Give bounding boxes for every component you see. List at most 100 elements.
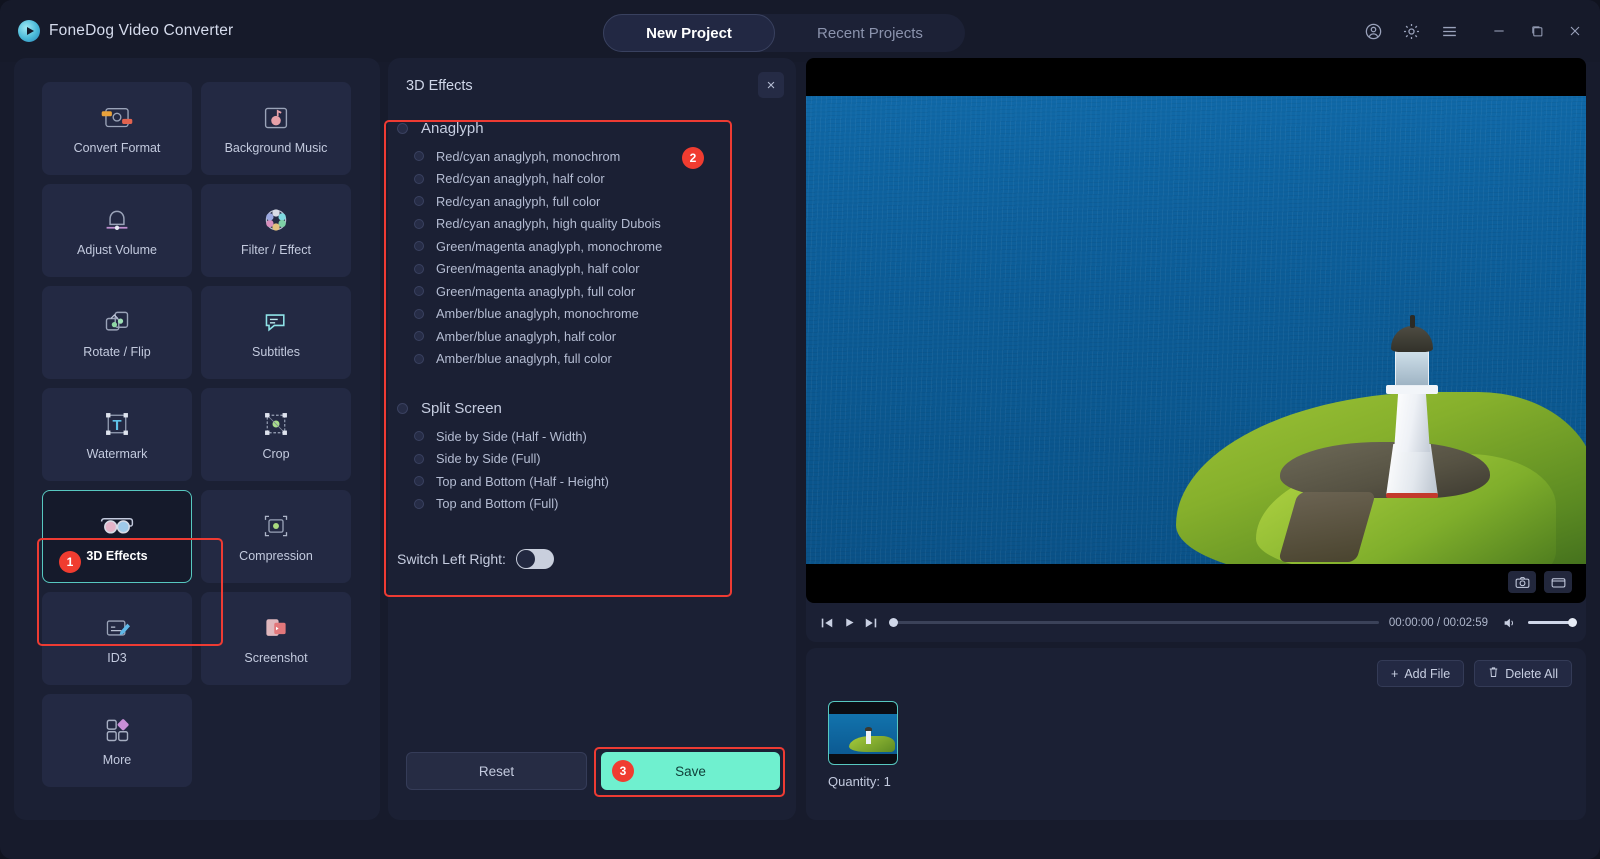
thumbnail-land: [849, 736, 895, 752]
maximize-icon[interactable]: [1526, 20, 1548, 42]
menu-icon[interactable]: [1438, 20, 1460, 42]
radio-icon[interactable]: [414, 173, 424, 184]
radio-icon[interactable]: [414, 151, 424, 162]
anaglyph-option[interactable]: Green/magenta anaglyph, monochrome: [388, 235, 796, 258]
gif-capture-icon[interactable]: [1544, 571, 1572, 593]
play-circle-logo-icon: [18, 20, 40, 42]
split-screen-option[interactable]: Top and Bottom (Half - Height): [388, 470, 796, 493]
tool-convert-format[interactable]: Convert Format: [42, 82, 192, 175]
tool-compression[interactable]: Compression: [201, 490, 351, 583]
tool-label: Adjust Volume: [77, 242, 157, 257]
tool-label: Crop: [262, 446, 290, 461]
radio-icon[interactable]: [414, 331, 424, 342]
tool-crop[interactable]: Crop: [201, 388, 351, 481]
radio-icon[interactable]: [414, 308, 424, 319]
watermark-icon: T: [98, 409, 136, 439]
reset-button[interactable]: Reset: [406, 752, 587, 790]
skip-previous-icon[interactable]: [816, 612, 838, 634]
option-label: Side by Side (Full): [436, 451, 541, 467]
tool-watermark[interactable]: T Watermark: [42, 388, 192, 481]
tab-recent-projects[interactable]: Recent Projects: [775, 14, 965, 52]
option-label: Top and Bottom (Half - Height): [436, 473, 609, 489]
radio-icon[interactable]: [414, 218, 424, 229]
video-preview[interactable]: [806, 58, 1586, 603]
time-display: 00:00:00 / 00:02:59: [1388, 616, 1488, 629]
tool-grid: Convert Format Background Music Adjust V…: [42, 82, 352, 787]
split-screen-group-header[interactable]: Split Screen: [388, 400, 796, 417]
rotate-flip-icon: [98, 307, 136, 337]
radio-icon[interactable]: [414, 453, 424, 464]
tool-subtitles[interactable]: Subtitles: [201, 286, 351, 379]
tool-rotate-flip[interactable]: Rotate / Flip: [42, 286, 192, 379]
anaglyph-option[interactable]: Red/cyan anaglyph, full color: [388, 190, 796, 213]
camera-icon[interactable]: [1508, 571, 1536, 593]
adjust-volume-icon: [98, 205, 136, 235]
tool-filter-effect[interactable]: Filter / Effect: [201, 184, 351, 277]
gear-icon[interactable]: [1400, 20, 1422, 42]
lighthouse-lamp-room: [1395, 350, 1429, 386]
radio-icon[interactable]: [414, 431, 424, 442]
anaglyph-option[interactable]: Amber/blue anaglyph, monochrome: [388, 303, 796, 326]
anaglyph-option[interactable]: Green/magenta anaglyph, half color: [388, 258, 796, 281]
option-label: Red/cyan anaglyph, high quality Dubois: [436, 216, 661, 232]
account-icon[interactable]: [1362, 20, 1384, 42]
volume-slider[interactable]: [1528, 618, 1577, 627]
video-frame-image: [806, 96, 1586, 564]
close-icon[interactable]: [1564, 20, 1586, 42]
anaglyph-option[interactable]: Amber/blue anaglyph, full color: [388, 348, 796, 371]
close-panel-icon[interactable]: ×: [758, 72, 784, 98]
lighthouse-gallery: [1386, 385, 1438, 394]
preview-quick-actions: [1508, 571, 1572, 593]
file-thumbnail[interactable]: [828, 701, 898, 765]
anaglyph-group-radio[interactable]: [397, 123, 408, 134]
split-screen-group-radio[interactable]: [397, 403, 408, 414]
tool-background-music[interactable]: Background Music: [201, 82, 351, 175]
plus-icon: +: [1391, 666, 1399, 681]
split-screen-option[interactable]: Top and Bottom (Full): [388, 493, 796, 516]
effects-panel-title: 3D Effects: [406, 78, 473, 94]
background-music-icon: [257, 103, 295, 133]
file-actions: + Add File Delete All: [1377, 660, 1572, 687]
split-screen-option[interactable]: Side by Side (Half - Width): [388, 425, 796, 448]
minimize-icon[interactable]: [1488, 20, 1510, 42]
radio-icon[interactable]: [414, 196, 424, 207]
tool-id3[interactable]: ID3: [42, 592, 192, 685]
radio-icon[interactable]: [414, 498, 424, 509]
anaglyph-option[interactable]: Red/cyan anaglyph, half color: [388, 168, 796, 191]
toggle-knob: [516, 550, 535, 568]
seek-handle[interactable]: [889, 618, 898, 627]
radio-icon[interactable]: [414, 353, 424, 364]
anaglyph-option[interactable]: Red/cyan anaglyph, monochrom: [388, 145, 796, 168]
thumbnail-lighthouse: [866, 730, 871, 744]
volume-icon[interactable]: [1498, 612, 1520, 634]
add-file-label: Add File: [1404, 666, 1451, 681]
svg-text:T: T: [112, 418, 121, 434]
anaglyph-option[interactable]: Green/magenta anaglyph, full color: [388, 280, 796, 303]
radio-icon[interactable]: [414, 241, 424, 252]
radio-icon[interactable]: [414, 263, 424, 274]
radio-icon[interactable]: [414, 286, 424, 297]
switch-left-right-toggle[interactable]: [515, 549, 554, 569]
play-icon[interactable]: [838, 612, 860, 634]
annotation-badge-2: 2: [682, 147, 704, 169]
volume-handle[interactable]: [1568, 618, 1577, 627]
delete-all-label: Delete All: [1505, 666, 1558, 681]
seek-slider[interactable]: [889, 618, 1379, 627]
anaglyph-group-header[interactable]: Anaglyph: [388, 120, 796, 137]
delete-all-button[interactable]: Delete All: [1474, 660, 1572, 687]
tab-new-project[interactable]: New Project: [603, 14, 775, 52]
split-screen-option[interactable]: Side by Side (Full): [388, 448, 796, 471]
option-label: Red/cyan anaglyph, full color: [436, 193, 601, 209]
preview-panel: 00:00:00 / 00:02:59: [806, 58, 1586, 642]
subtitles-icon: [257, 307, 295, 337]
skip-next-icon[interactable]: [860, 612, 882, 634]
tool-more[interactable]: More: [42, 694, 192, 787]
tool-adjust-volume[interactable]: Adjust Volume: [42, 184, 192, 277]
add-file-button[interactable]: + Add File: [1377, 660, 1465, 687]
effects-actions: Reset Save: [406, 752, 780, 790]
anaglyph-option[interactable]: Red/cyan anaglyph, high quality Dubois: [388, 213, 796, 236]
anaglyph-option[interactable]: Amber/blue anaglyph, half color: [388, 325, 796, 348]
option-label: Amber/blue anaglyph, full color: [436, 351, 612, 367]
tool-screenshot[interactable]: Screenshot: [201, 592, 351, 685]
radio-icon[interactable]: [414, 476, 424, 487]
